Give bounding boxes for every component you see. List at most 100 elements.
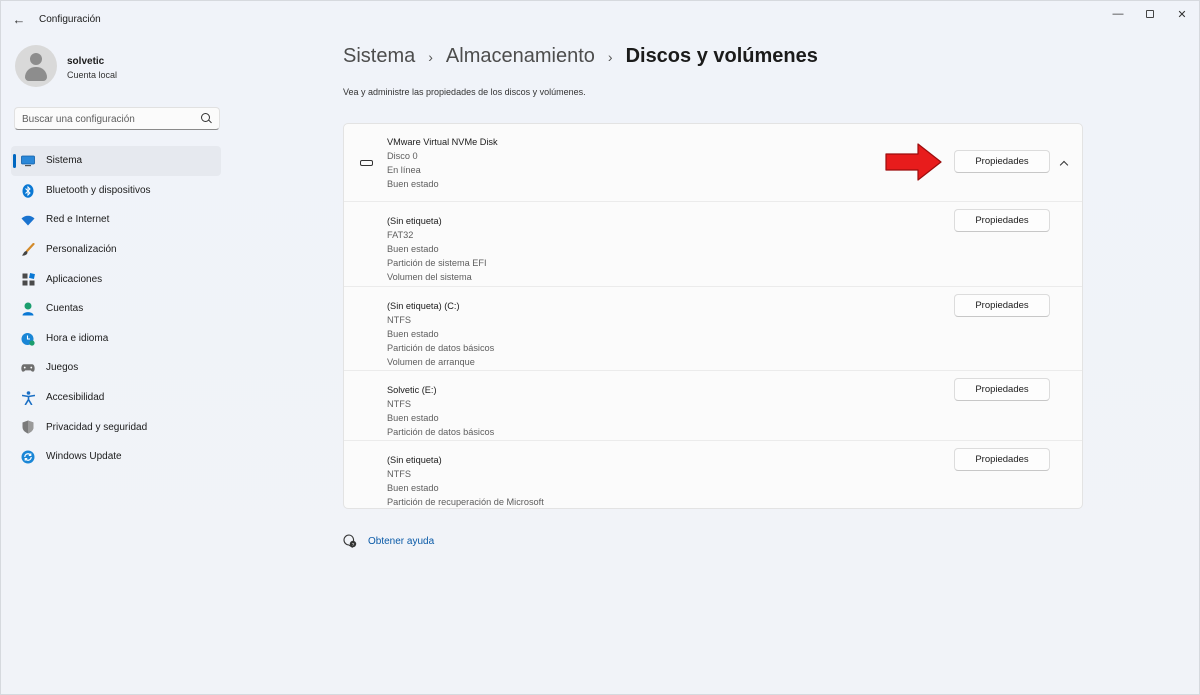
volume-details: (Sin etiqueta) NTFS Buen estado Partició… bbox=[387, 453, 544, 508]
sidebar-item-cuentas[interactable]: Cuentas bbox=[11, 294, 221, 324]
volume-row: (Sin etiqueta) (C:) NTFS Buen estado Par… bbox=[344, 286, 1082, 370]
system-icon bbox=[21, 154, 35, 168]
sidebar-item-sistema[interactable]: Sistema bbox=[11, 146, 221, 176]
volume-properties-button[interactable]: Propiedades bbox=[954, 294, 1050, 317]
app-title: Configuración bbox=[39, 14, 101, 25]
volume-properties-button[interactable]: Propiedades bbox=[954, 378, 1050, 401]
volume-properties-button[interactable]: Propiedades bbox=[954, 209, 1050, 232]
sidebar-item-label: Personalización bbox=[46, 244, 117, 256]
disk-row: VMware Virtual NVMe Disk Disco 0 En líne… bbox=[344, 124, 1082, 201]
volume-partition-type: Partición de datos básicos bbox=[387, 427, 495, 437]
sidebar-item-label: Sistema bbox=[46, 155, 83, 167]
help-label: Obtener ayuda bbox=[368, 535, 435, 547]
sidebar-item-bluetooth[interactable]: Bluetooth y dispositivos bbox=[11, 176, 221, 206]
shield-icon bbox=[21, 420, 35, 434]
volume-health: Buen estado bbox=[387, 483, 439, 493]
sidebar-item-personalizacion[interactable]: Personalización bbox=[11, 235, 221, 265]
sidebar-item-privacidad[interactable]: Privacidad y seguridad bbox=[11, 412, 221, 442]
chevron-right-icon: › bbox=[607, 48, 613, 65]
maximize-icon bbox=[1146, 10, 1154, 18]
sidebar-item-accesibilidad[interactable]: Accesibilidad bbox=[11, 383, 221, 413]
breadcrumb-sistema[interactable]: Sistema bbox=[343, 45, 415, 68]
settings-window: ← Configuración — ✕ solvetic Cuenta loca… bbox=[0, 0, 1200, 695]
search-input[interactable] bbox=[22, 111, 192, 127]
volume-label: (Sin etiqueta) bbox=[387, 216, 442, 226]
volume-row: (Sin etiqueta) FAT32 Buen estado Partici… bbox=[344, 201, 1082, 286]
user-name: solvetic bbox=[67, 56, 105, 67]
drive-icon bbox=[360, 160, 373, 166]
sidebar-item-juegos[interactable]: Juegos bbox=[11, 353, 221, 383]
sidebar-item-aplicaciones[interactable]: Aplicaciones bbox=[11, 264, 221, 294]
sidebar-item-label: Hora e idioma bbox=[46, 332, 109, 344]
search-icon[interactable] bbox=[201, 113, 210, 122]
disk-number: Disco 0 bbox=[387, 151, 418, 161]
minimize-icon: — bbox=[1112, 8, 1124, 20]
disk-properties-button[interactable]: Propiedades bbox=[954, 150, 1050, 173]
disk-status: En línea bbox=[387, 165, 421, 175]
sidebar-item-windows-update[interactable]: Windows Update bbox=[11, 442, 221, 472]
volume-row: Solvetic (E:) NTFS Buen estado Partición… bbox=[344, 370, 1082, 440]
help-chat-icon: ? bbox=[343, 534, 357, 549]
search-box[interactable] bbox=[14, 107, 220, 130]
minimize-button[interactable]: — bbox=[1103, 5, 1133, 23]
volume-health: Buen estado bbox=[387, 413, 439, 423]
volume-label: (Sin etiqueta) (C:) bbox=[387, 301, 460, 311]
sidebar-item-hora[interactable]: Hora e idioma bbox=[11, 324, 221, 354]
volume-details: (Sin etiqueta) FAT32 Buen estado Partici… bbox=[387, 214, 487, 284]
disks-panel: VMware Virtual NVMe Disk Disco 0 En líne… bbox=[343, 123, 1083, 509]
sidebar-item-label: Bluetooth y dispositivos bbox=[46, 184, 151, 196]
account-icon bbox=[21, 302, 35, 316]
wifi-icon bbox=[21, 213, 35, 227]
volume-details: (Sin etiqueta) (C:) NTFS Buen estado Par… bbox=[387, 299, 494, 369]
volume-partition-type: Partición de datos básicos bbox=[387, 343, 495, 353]
volume-partition-type: Partición de sistema EFI bbox=[387, 258, 487, 268]
disk-name: VMware Virtual NVMe Disk bbox=[387, 137, 498, 147]
user-account-type: Cuenta local bbox=[67, 70, 118, 80]
volume-filesystem: NTFS bbox=[387, 469, 411, 479]
volume-label: (Sin etiqueta) bbox=[387, 455, 442, 465]
volume-health: Buen estado bbox=[387, 329, 439, 339]
volume-row: (Sin etiqueta) NTFS Buen estado Partició… bbox=[344, 440, 1082, 508]
clock-globe-icon bbox=[21, 332, 35, 346]
back-button[interactable]: ← bbox=[9, 10, 29, 28]
disk-health: Buen estado bbox=[387, 179, 439, 189]
back-arrow-icon: ← bbox=[12, 11, 26, 27]
gamepad-icon bbox=[21, 361, 35, 375]
sidebar-item-label: Privacidad y seguridad bbox=[46, 421, 148, 433]
volume-role: Volumen del sistema bbox=[387, 272, 472, 282]
sidebar-item-label: Cuentas bbox=[46, 303, 84, 315]
update-icon bbox=[21, 450, 35, 464]
chevron-right-icon: › bbox=[428, 48, 433, 65]
breadcrumb-almacenamiento[interactable]: Almacenamiento bbox=[446, 45, 595, 68]
brush-icon bbox=[21, 242, 35, 257]
page-subtitle: Vea y administre las propiedades de los … bbox=[343, 87, 586, 97]
help-link[interactable]: ? Obtener ayuda bbox=[343, 534, 435, 549]
sidebar-nav: Sistema Bluetooth y dispositivos Red e I… bbox=[11, 146, 221, 472]
volume-label: Solvetic (E:) bbox=[387, 385, 437, 395]
sidebar-item-label: Juegos bbox=[46, 362, 79, 374]
close-icon: ✕ bbox=[1177, 8, 1187, 21]
avatar[interactable] bbox=[15, 45, 57, 87]
bluetooth-icon bbox=[21, 183, 35, 198]
apps-icon bbox=[21, 272, 35, 286]
breadcrumb: Sistema › Almacenamiento › Discos y volú… bbox=[343, 45, 818, 68]
volume-properties-button[interactable]: Propiedades bbox=[954, 448, 1050, 471]
title-bar: ← Configuración — ✕ bbox=[1, 1, 1200, 37]
volume-partition-type: Partición de recuperación de Microsoft bbox=[387, 497, 544, 507]
volume-filesystem: FAT32 bbox=[387, 230, 414, 240]
red-arrow-annotation bbox=[885, 143, 942, 181]
sidebar-item-label: Red e Internet bbox=[46, 214, 110, 226]
volume-health: Buen estado bbox=[387, 244, 439, 254]
avatar-body bbox=[25, 67, 47, 81]
volume-role: Volumen de arranque bbox=[387, 357, 475, 367]
sidebar-item-red[interactable]: Red e Internet bbox=[11, 205, 221, 235]
chevron-up-icon[interactable] bbox=[1056, 155, 1072, 171]
maximize-button[interactable] bbox=[1135, 5, 1165, 23]
disk-details: VMware Virtual NVMe Disk Disco 0 En líne… bbox=[387, 135, 498, 191]
volume-filesystem: NTFS bbox=[387, 399, 411, 409]
close-button[interactable]: ✕ bbox=[1167, 5, 1197, 23]
avatar-head bbox=[30, 53, 42, 65]
accessibility-icon bbox=[21, 390, 35, 405]
sidebar-item-label: Windows Update bbox=[46, 451, 122, 463]
page-title: Discos y volúmenes bbox=[625, 45, 818, 67]
